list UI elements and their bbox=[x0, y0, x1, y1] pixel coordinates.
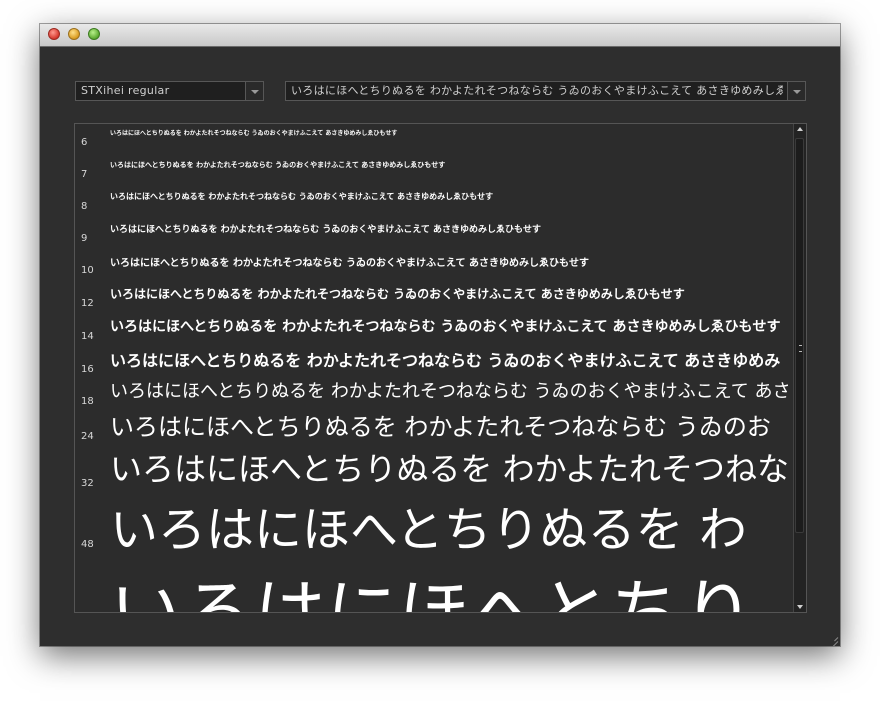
zoom-window-button[interactable] bbox=[88, 28, 100, 40]
size-label: 32 bbox=[81, 478, 94, 489]
sample-text: いろはにほへとちりぬるを わかよたれそつねならむ うゐのおくやまけふこえて あさ… bbox=[110, 225, 542, 235]
size-label: 14 bbox=[81, 331, 94, 342]
chevron-down-icon[interactable] bbox=[787, 82, 805, 100]
size-label: 8 bbox=[81, 201, 88, 212]
size-label: 9 bbox=[81, 233, 88, 244]
size-label: 10 bbox=[81, 265, 94, 276]
font-family-select[interactable]: STXihei regular bbox=[75, 81, 264, 101]
sample-text: いろはにほへとちりぬるを わかよたれそつねならむ うゐのおくやまけふこえて あさ… bbox=[110, 192, 494, 201]
scroll-down-arrow-icon[interactable] bbox=[797, 605, 803, 609]
sample-text: いろはにほへとちりぬるを わかよたれそつねならむ うゐのおくやまけふこえて あさ… bbox=[110, 258, 589, 269]
vertical-scrollbar[interactable] bbox=[793, 124, 806, 612]
sample-text-value: いろはにほへとちりぬるを わかよたれそつねならむ うゐのおくやまけふこえて あさ… bbox=[291, 84, 783, 97]
grip-icon bbox=[799, 345, 802, 352]
scroll-up-arrow-icon[interactable] bbox=[797, 127, 803, 131]
sample-text: いろはにほへとちりぬるを わ bbox=[110, 502, 747, 558]
title-bar[interactable] bbox=[40, 24, 840, 47]
minimize-window-button[interactable] bbox=[68, 28, 80, 40]
size-label: 24 bbox=[81, 431, 94, 442]
size-label: 18 bbox=[81, 396, 94, 407]
size-label: 16 bbox=[81, 364, 94, 375]
sample-text: いろはにほへとちりぬるを わかよたれそつねならむ うゐのおくやまけふこえて あさ… bbox=[110, 287, 685, 301]
sample-text: いろはにほへとちり bbox=[110, 571, 755, 613]
size-label: 48 bbox=[81, 539, 94, 550]
sample-text: いろはにほへとちりぬるを わかよたれそつねならむ うゐのおくやまけふこえて あさ… bbox=[110, 351, 781, 370]
sample-text: いろはにほへとちりぬるを わかよたれそつねならむ うゐのおくやまけふこえて あさ… bbox=[110, 161, 446, 169]
sample-text: いろはにほへとちりぬるを わかよたれそつねならむ うゐのお bbox=[110, 413, 771, 441]
sample-text: いろはにほへとちりぬるを わかよたれそつねならむ うゐのおくやまけふこえて あさ bbox=[110, 381, 791, 402]
sample-text: いろはにほへとちりぬるを わかよたれそつねな bbox=[110, 450, 789, 488]
app-window: STXihei regular いろはにほへとちりぬるを わかよたれそつねならむ… bbox=[40, 24, 840, 646]
sample-text-select[interactable]: いろはにほへとちりぬるを わかよたれそつねならむ うゐのおくやまけふこえて あさ… bbox=[285, 81, 806, 101]
sample-text: いろはにほへとちりぬるを わかよたれそつねならむ うゐのおくやまけふこえて あさ… bbox=[110, 130, 398, 137]
close-window-button[interactable] bbox=[48, 28, 60, 40]
font-family-value: STXihei regular bbox=[81, 84, 170, 97]
size-label: 6 bbox=[81, 137, 88, 148]
scroll-thumb[interactable] bbox=[795, 138, 804, 533]
size-label: 12 bbox=[81, 298, 94, 309]
size-label: 7 bbox=[81, 169, 88, 180]
font-preview-panel[interactable]: 6 いろはにほへとちりぬるを わかよたれそつねならむ うゐのおくやまけふこえて … bbox=[74, 123, 807, 613]
chevron-down-icon[interactable] bbox=[245, 82, 263, 100]
resize-grip-icon[interactable] bbox=[828, 634, 838, 644]
sample-text: いろはにほへとちりぬるを わかよたれそつねならむ うゐのおくやまけふこえて あさ… bbox=[110, 319, 781, 335]
